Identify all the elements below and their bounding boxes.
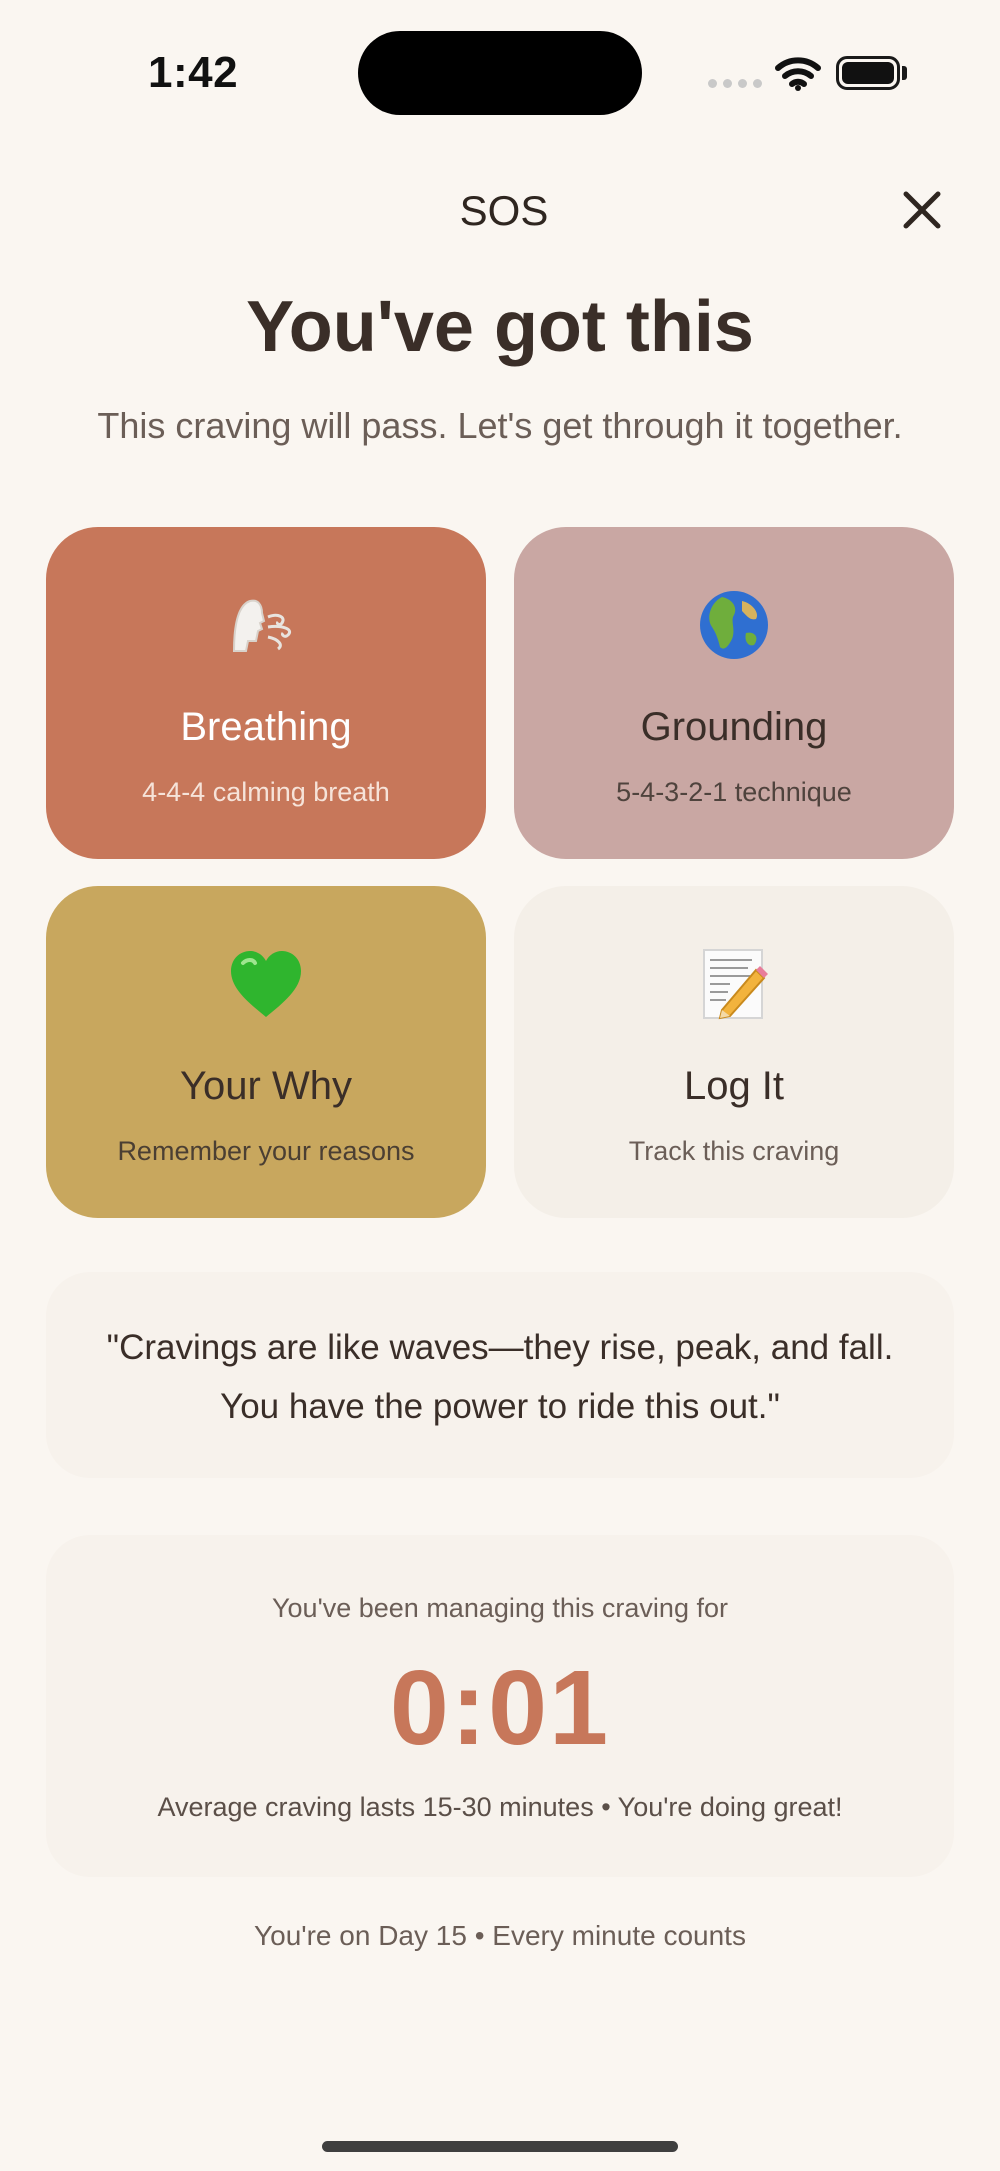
- log-it-card[interactable]: Log It Track this craving: [514, 886, 954, 1218]
- craving-timer: 0:01: [389, 1649, 611, 1767]
- card-title: Grounding: [640, 705, 828, 749]
- timer-note: Average craving lasts 15-30 minutes • Yo…: [157, 1792, 843, 1822]
- green-heart-icon: [46, 944, 486, 1024]
- headline: You've got this: [246, 287, 754, 367]
- breathing-card[interactable]: Breathing 4-4-4 calming breath: [46, 527, 486, 859]
- card-title: Your Why: [180, 1064, 352, 1108]
- card-subtitle: 5-4-3-2-1 technique: [616, 777, 852, 807]
- card-title: Log It: [683, 1064, 785, 1108]
- card-title: Breathing: [180, 705, 352, 749]
- close-icon[interactable]: [898, 186, 946, 234]
- home-indicator[interactable]: [322, 2141, 678, 2152]
- globe-icon: [514, 585, 954, 665]
- battery-icon: [836, 56, 900, 90]
- motivational-quote: "Cravings are like waves—they rise, peak…: [106, 1328, 894, 1426]
- battery-cap: [902, 66, 907, 80]
- timer-label: You've been managing this craving for: [272, 1593, 728, 1623]
- card-subtitle: 4-4-4 calming breath: [142, 777, 390, 807]
- dynamic-island: [358, 31, 642, 115]
- page-title: SOS: [459, 187, 549, 234]
- memo-pencil-icon: [514, 944, 954, 1024]
- wifi-icon: [775, 57, 821, 91]
- grounding-card[interactable]: Grounding 5-4-3-2-1 technique: [514, 527, 954, 859]
- card-subtitle: Track this craving: [628, 1136, 840, 1166]
- card-subtitle: Remember your reasons: [117, 1136, 415, 1166]
- status-time: 1:42: [148, 48, 239, 97]
- subheadline: This craving will pass. Let's get throug…: [97, 405, 903, 446]
- signal-icon: [708, 79, 762, 88]
- breathing-face-icon: [46, 585, 486, 665]
- your-why-card[interactable]: Your Why Remember your reasons: [46, 886, 486, 1218]
- day-streak-footer: You're on Day 15 • Every minute counts: [254, 1920, 746, 1951]
